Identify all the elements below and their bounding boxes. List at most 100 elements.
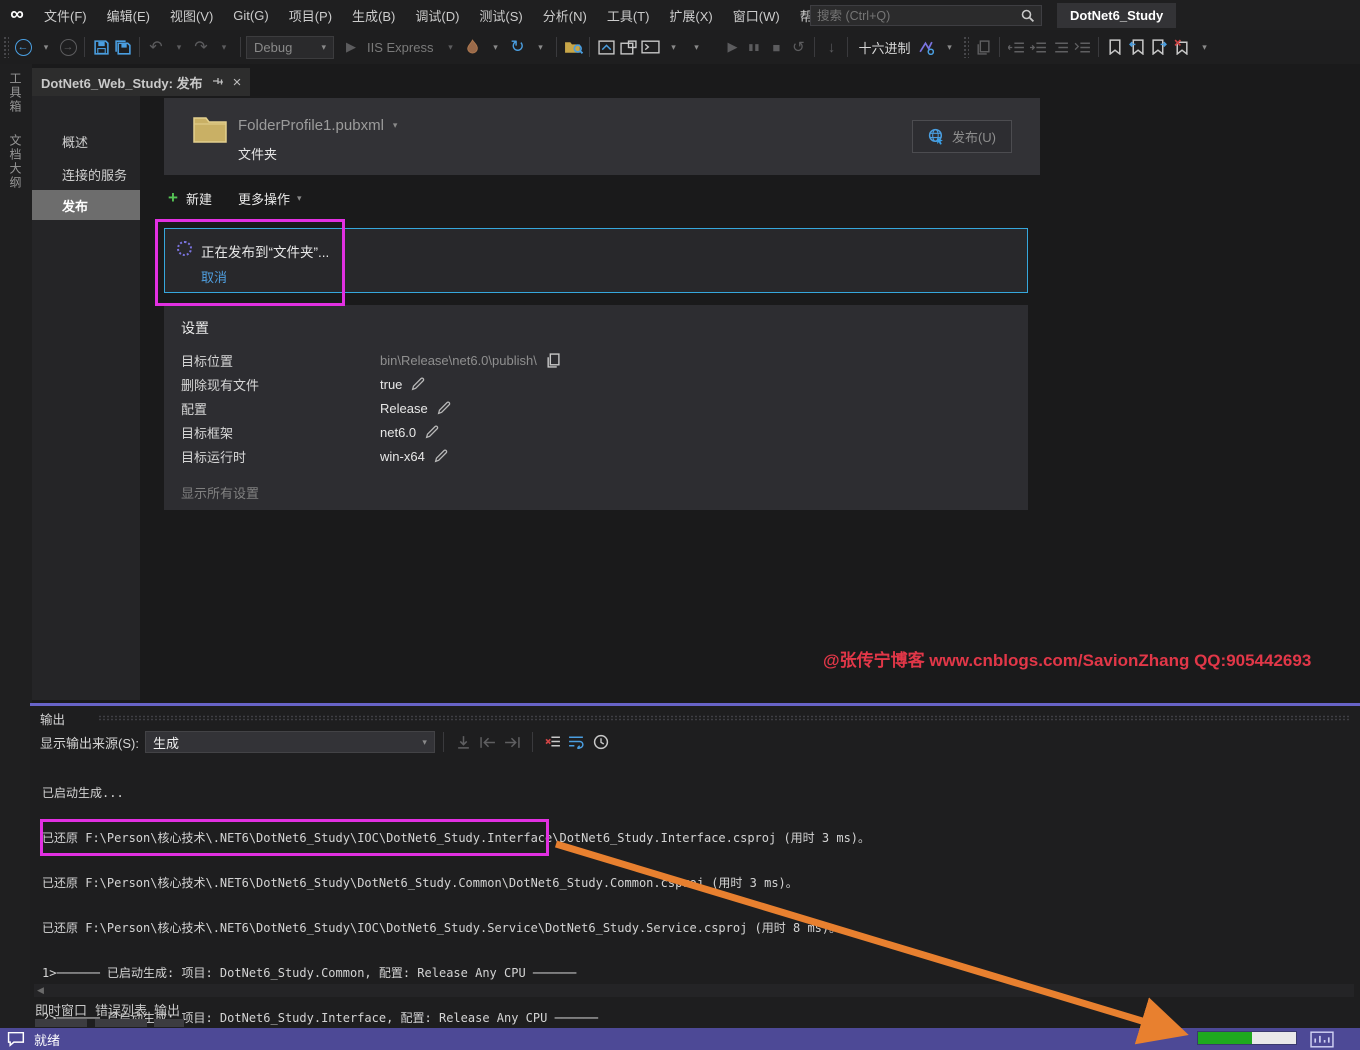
pin-tab-icon[interactable] (212, 75, 224, 90)
bottom-tab-indicator (35, 1019, 87, 1027)
refresh-dropdown[interactable]: ▾ (529, 35, 551, 59)
scroll-left-arrow[interactable]: ◀ (34, 985, 44, 996)
pause-button[interactable]: ▮▮ (743, 35, 765, 59)
continue-button[interactable]: ▶ (721, 35, 743, 59)
menu-test[interactable]: 测试(S) (469, 0, 532, 30)
toolbar-separator (999, 37, 1000, 57)
output-log[interactable]: 已启动生成... 已还原 F:\Person\核心技术\.NET6\DotNet… (42, 756, 1352, 984)
background-tasks-icon[interactable] (1310, 1031, 1334, 1048)
menu-build[interactable]: 生成(B) (342, 0, 405, 30)
menu-project[interactable]: 项目(P) (279, 0, 342, 30)
edit-pencil-icon[interactable] (411, 377, 425, 391)
menu-edit[interactable]: 编辑(E) (97, 0, 160, 30)
toolbar-separator (589, 37, 590, 57)
hex-display-toggle[interactable]: 十六进制 (853, 38, 915, 57)
format-lines-icon[interactable] (1049, 35, 1071, 59)
stop-button[interactable]: ■ (765, 35, 787, 59)
clear-all-icon[interactable] (541, 731, 565, 753)
copy-path-icon[interactable] (546, 353, 560, 368)
save-button[interactable] (90, 35, 112, 59)
output-toolbar: 显示输出来源(S): 生成 ▾ (40, 729, 1350, 755)
output-line: 1>────── 已启动生成: 项目: DotNet6_Study.Common… (42, 966, 1352, 981)
toolbar-grip[interactable] (3, 36, 9, 58)
undo-dropdown[interactable]: ▾ (168, 35, 190, 59)
find-in-files-icon[interactable] (562, 35, 584, 59)
output-horizontal-scrollbar[interactable]: ◀ (34, 984, 1354, 997)
navigate-forward-button[interactable]: → (57, 35, 79, 59)
toolbar-grip[interactable] (963, 36, 969, 58)
terminal-dropdown[interactable]: ▾ (662, 35, 684, 59)
cancel-publish-link[interactable]: 取消 (201, 267, 227, 286)
next-bookmark-icon[interactable] (1148, 35, 1170, 59)
navigate-back-button[interactable]: ← (12, 35, 34, 59)
restart-button[interactable]: ↺ (787, 35, 809, 59)
window-layout-icon[interactable] (617, 35, 639, 59)
bottom-tab-immediate[interactable]: 即时窗口 (35, 1000, 87, 1019)
run-target-dropdown[interactable]: ▾ (439, 35, 461, 59)
menu-git[interactable]: Git(G) (223, 0, 278, 30)
step-into-icon[interactable]: ↓ (820, 35, 842, 59)
nav-item-connected-services[interactable]: 连接的服务 (32, 159, 140, 189)
quick-search-box[interactable] (810, 5, 1042, 26)
solution-home-icon[interactable] (595, 35, 617, 59)
run-target-label[interactable]: IIS Express (362, 40, 438, 55)
debug-toolbar-overflow[interactable]: ▾ (938, 35, 960, 59)
debug-visualizer-icon[interactable] (915, 35, 937, 59)
redo-button[interactable]: ↷ (190, 35, 212, 59)
nav-item-publish[interactable]: 发布 (32, 190, 140, 220)
edit-pencil-icon[interactable] (437, 401, 451, 415)
previous-bookmark-icon[interactable] (1126, 35, 1148, 59)
refresh-button[interactable]: ↻ (506, 35, 528, 59)
start-debug-button[interactable]: ▶ (340, 35, 362, 59)
publish-document-tab[interactable]: DotNet6_Web_Study: 发布 × (32, 68, 250, 96)
undo-button[interactable]: ↶ (145, 35, 167, 59)
word-wrap-icon[interactable] (565, 731, 589, 753)
close-tab-icon[interactable]: × (233, 74, 242, 91)
save-all-button[interactable] (112, 35, 134, 59)
feedback-icon[interactable] (7, 1031, 27, 1047)
menu-window[interactable]: 窗口(W) (723, 0, 790, 30)
search-input[interactable] (811, 9, 1020, 23)
toolbar-overflow[interactable]: ▾ (685, 35, 707, 59)
next-message-icon[interactable] (500, 731, 524, 753)
bottom-tab-output[interactable]: 输出 (154, 1000, 180, 1019)
edit-pencil-icon[interactable] (425, 425, 439, 439)
spinner-icon (177, 241, 192, 256)
comment-lines-icon[interactable] (1071, 35, 1093, 59)
clock-icon[interactable] (589, 731, 613, 753)
output-line: 2>────── 已启动生成: 项目: DotNet6_Study.Interf… (42, 1011, 1352, 1026)
profile-name-dropdown[interactable]: FolderProfile1.pubxml ▾ (238, 117, 397, 134)
plus-icon: + (168, 188, 178, 208)
menu-extensions[interactable]: 扩展(X) (659, 0, 722, 30)
toolbox-tab[interactable]: 工具箱 (7, 72, 24, 114)
redo-dropdown[interactable]: ▾ (213, 35, 235, 59)
solution-config-dropdown[interactable]: Debug▾ (246, 36, 334, 59)
copy-parent-icon[interactable] (972, 35, 994, 59)
terminal-icon[interactable] (639, 35, 661, 59)
bookmark-toolbar-overflow[interactable]: ▾ (1193, 35, 1215, 59)
edit-pencil-icon[interactable] (434, 449, 448, 463)
previous-message-icon[interactable] (476, 731, 500, 753)
decrease-indent-icon[interactable] (1005, 35, 1027, 59)
menu-debug[interactable]: 调试(D) (405, 0, 469, 30)
publish-button[interactable]: 发布(U) (912, 120, 1012, 153)
navigate-back-dropdown[interactable]: ▾ (35, 35, 57, 59)
new-profile-button[interactable]: 新建 (186, 189, 212, 208)
goto-message-icon[interactable] (452, 731, 476, 753)
toggle-bookmark-icon[interactable] (1104, 35, 1126, 59)
menu-view[interactable]: 视图(V) (160, 0, 223, 30)
output-source-dropdown[interactable]: 生成 ▾ (145, 731, 435, 753)
menu-file[interactable]: 文件(F) (34, 0, 97, 30)
document-outline-tab[interactable]: 文档大纲 (7, 134, 24, 190)
menu-tools[interactable]: 工具(T) (597, 0, 660, 30)
increase-indent-icon[interactable] (1027, 35, 1049, 59)
hot-reload-dropdown[interactable]: ▾ (484, 35, 506, 59)
bottom-tab-error-list[interactable]: 错误列表 (95, 1000, 147, 1019)
more-actions-dropdown[interactable]: 更多操作 ▾ (238, 189, 302, 208)
nav-item-overview[interactable]: 概述 (32, 126, 140, 156)
output-drag-grip[interactable] (98, 715, 1350, 721)
menu-analyze[interactable]: 分析(N) (533, 0, 597, 30)
show-all-settings-link[interactable]: 显示所有设置 (181, 483, 259, 502)
clear-bookmarks-icon[interactable] (1170, 35, 1192, 59)
hot-reload-icon[interactable] (461, 35, 483, 59)
